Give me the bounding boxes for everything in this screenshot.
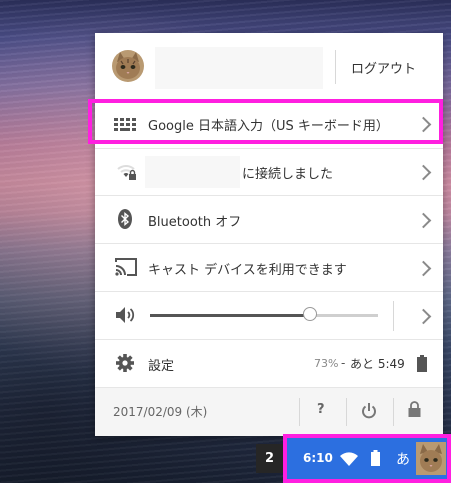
chevron-right-icon — [415, 164, 432, 181]
network-status-label: に接続しました — [242, 167, 334, 182]
bluetooth-label: Bluetooth オフ — [148, 215, 242, 230]
settings-row[interactable]: 設定 73% - あと 5:49 — [95, 340, 443, 387]
chevron-right-icon — [415, 260, 432, 277]
wifi-lock-icon — [117, 163, 137, 181]
volume-slider-thumb[interactable] — [303, 307, 317, 321]
cast-label: キャスト デバイスを利用できます — [148, 263, 347, 278]
volume-slider-fill — [150, 314, 310, 317]
chevron-right-icon[interactable] — [415, 308, 432, 325]
network-row[interactable]: に接続しました — [95, 149, 443, 195]
volume-row — [95, 292, 443, 339]
battery-icon — [371, 450, 380, 466]
lock-icon[interactable] — [408, 401, 421, 418]
cast-row[interactable]: キャスト デバイスを利用できます — [95, 244, 443, 291]
cat-avatar-icon — [416, 442, 446, 475]
power-icon[interactable] — [361, 402, 377, 420]
gear-icon — [116, 354, 134, 372]
user-name-redacted — [155, 47, 323, 89]
system-tray-menu: ログアウト Google 日本語入力（US キーボード用） に接続しました Bl… — [95, 33, 443, 436]
wifi-icon — [340, 451, 358, 466]
help-button[interactable]: ? — [317, 402, 325, 417]
window-count: 2 — [264, 451, 275, 466]
volume-slider[interactable] — [150, 307, 378, 321]
logout-button[interactable]: ログアウト — [351, 58, 416, 77]
volume-icon[interactable] — [115, 305, 137, 325]
bluetooth-row[interactable]: Bluetooth オフ — [95, 196, 443, 243]
battery-dash: - — [341, 356, 346, 370]
chevron-right-icon — [415, 212, 432, 229]
user-row: ログアウト — [95, 33, 443, 99]
cast-icon — [114, 257, 138, 277]
clock-label: 6:10 — [303, 451, 333, 465]
battery-icon — [417, 355, 427, 372]
window-count-badge[interactable]: 2 — [256, 444, 283, 473]
ime-indicator: あ — [396, 452, 410, 468]
battery-remaining: あと 5:49 — [350, 357, 405, 371]
footer-row: 2017/02/09 (木) ? — [95, 388, 443, 436]
bluetooth-icon — [116, 208, 134, 230]
cat-avatar-icon — [112, 50, 144, 82]
battery-percent: 73% — [314, 357, 339, 370]
settings-label: 設定 — [148, 359, 175, 374]
ime-row-highlight — [88, 99, 443, 144]
network-name-redacted — [145, 156, 240, 188]
date-label[interactable]: 2017/02/09 (木) — [113, 403, 207, 420]
status-tray[interactable]: 6:10 あ — [287, 438, 447, 479]
